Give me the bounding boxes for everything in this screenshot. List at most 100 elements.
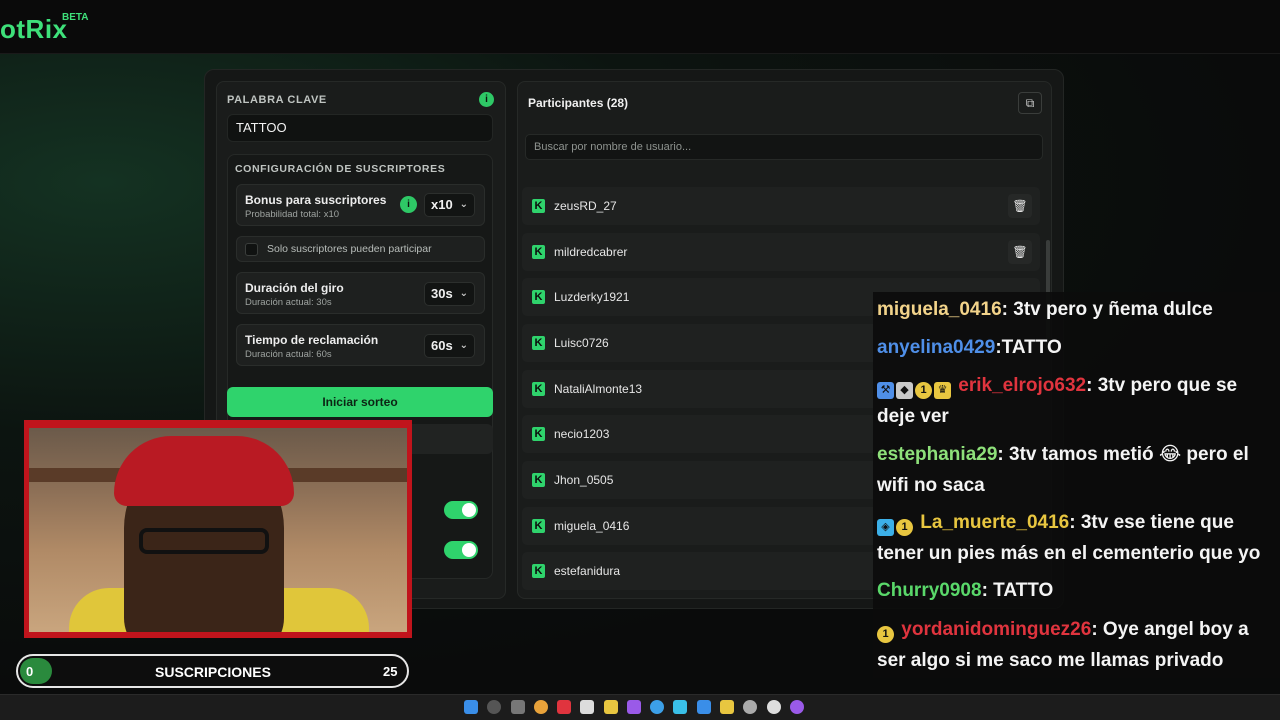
search-icon[interactable] xyxy=(487,700,501,714)
spin-select[interactable]: 30s ⌄ xyxy=(424,282,475,306)
spin-label: Duración del giro xyxy=(245,281,344,295)
claim-sub: Duración actual: 60s xyxy=(245,349,332,360)
app-logo: otRix xyxy=(0,14,68,44)
streamer-glasses xyxy=(139,528,269,554)
claim-select[interactable]: 60s ⌄ xyxy=(424,334,475,358)
participant-name: NataliAlmonte13 xyxy=(554,382,643,396)
chat-message: Churry0908: TATTO xyxy=(877,575,1277,606)
spin-sub: Duración actual: 30s xyxy=(245,297,332,308)
only-subs-checkbox[interactable] xyxy=(245,243,258,256)
chat-username: miguela_0416 xyxy=(877,299,1002,320)
app-icon[interactable] xyxy=(720,700,734,714)
badge-icon: ⚒ xyxy=(877,382,894,399)
chat-text: : TATTO xyxy=(981,580,1054,601)
start-giveaway-button[interactable]: Iniciar sorteo xyxy=(227,387,493,417)
task-view-icon[interactable] xyxy=(511,700,525,714)
toggle-switch-1[interactable] xyxy=(444,501,478,519)
participant-name: necio1203 xyxy=(554,427,610,441)
chevron-down-icon: ⌄ xyxy=(459,340,468,351)
bonus-value: x10 xyxy=(431,197,453,212)
only-subs-card[interactable]: Solo suscriptores pueden participar xyxy=(236,236,485,262)
subs-config-title: CONFIGURACIÓN DE SUSCRIPTORES xyxy=(235,163,446,175)
kick-icon: K xyxy=(532,336,545,350)
keyword-input[interactable]: TATTOO xyxy=(227,114,493,142)
toggle-switch-2[interactable] xyxy=(444,541,478,559)
subscription-goal-fill xyxy=(20,658,52,684)
obs-icon[interactable] xyxy=(743,700,757,714)
chat-message: ⚒ ◆ 1 ♛ erik_elrojo632: 3tv pero que se dej… xyxy=(877,370,1277,432)
windows-start-icon[interactable] xyxy=(464,700,478,714)
chat-username: La_muerte_0416 xyxy=(920,512,1070,533)
chat-username: Churry0908 xyxy=(877,580,982,601)
kick-icon: K xyxy=(532,519,545,533)
kick-icon: K xyxy=(532,382,545,396)
brave-icon[interactable] xyxy=(557,700,571,714)
participant-name: Luzderky1921 xyxy=(554,290,630,304)
copy-icon[interactable]: ⧉ xyxy=(1018,92,1042,114)
browser-icon[interactable] xyxy=(650,700,664,714)
participant-name: mildredcabrer xyxy=(554,245,628,259)
claim-value: 60s xyxy=(431,338,453,353)
play-icon[interactable] xyxy=(790,700,804,714)
bonus-select[interactable]: x10 ⌄ xyxy=(424,193,475,217)
keyword-title: PALABRA CLAVE xyxy=(227,94,327,106)
chrome-icon[interactable] xyxy=(534,700,548,714)
sub-goal: 25 xyxy=(383,664,398,679)
webcam-feed xyxy=(29,428,407,632)
participant-row: K mildredcabrer 🗑 xyxy=(522,233,1040,271)
beta-badge: BETA xyxy=(62,12,89,23)
participant-name: zeusRD_27 xyxy=(554,199,617,213)
kick-icon: K xyxy=(532,473,545,487)
shield-icon[interactable] xyxy=(697,700,711,714)
kick-icon: K xyxy=(532,427,545,441)
chat-text: :TATTO xyxy=(995,337,1062,358)
participant-name: Luisc0726 xyxy=(554,336,609,350)
chat-message: 1 yordanidominguez26: Oye angel boy a se… xyxy=(877,614,1277,676)
kick-icon: K xyxy=(532,245,545,259)
chat-message: miguela_0416: 3tv pero y ñema dulce xyxy=(877,294,1277,325)
chevron-down-icon: ⌄ xyxy=(459,288,468,299)
only-subs-label: Solo suscriptores pueden participar xyxy=(267,243,432,255)
chevron-down-icon: ⌄ xyxy=(459,199,468,210)
bonus-sub: Probabilidad total: x10 xyxy=(245,209,340,220)
participant-search-input[interactable]: Buscar por nombre de usuario... xyxy=(525,134,1043,160)
trash-icon[interactable]: 🗑 xyxy=(1008,194,1032,218)
participant-name: Jhon_0505 xyxy=(554,473,614,487)
chat-username: anyelina0429 xyxy=(877,337,996,358)
kick-icon: K xyxy=(532,290,545,304)
streamer-cap xyxy=(114,436,294,506)
kick-icon: K xyxy=(532,564,545,578)
bonus-label: Bonus para suscriptores xyxy=(245,193,387,207)
badge-icon: 1 xyxy=(877,626,894,643)
crown-icon: ♛ xyxy=(934,382,951,399)
top-bar xyxy=(0,0,1280,54)
app-icon[interactable] xyxy=(627,700,641,714)
participants-title: Participantes (28) xyxy=(528,96,629,110)
chat-message: ◈ 1 La_muerte_0416: 3tv ese tiene que ten… xyxy=(877,507,1277,569)
chat-text: : 3tv pero y ñema dulce xyxy=(1001,299,1213,320)
app-icon[interactable] xyxy=(673,700,687,714)
settings-icon[interactable] xyxy=(767,700,781,714)
participant-name: estefanidura xyxy=(554,564,621,578)
badge-icon: ◈ xyxy=(877,519,894,536)
info-icon[interactable]: i xyxy=(400,196,417,213)
folder-icon[interactable] xyxy=(604,700,618,714)
claim-label: Tiempo de reclamación xyxy=(245,333,379,347)
sub-current: 0 xyxy=(26,664,34,679)
badge-icon: 1 xyxy=(896,519,913,536)
participant-row: K zeusRD_27 🗑 xyxy=(522,187,1040,225)
kick-icon: K xyxy=(532,199,545,213)
calendar-icon[interactable] xyxy=(580,700,594,714)
spin-value: 30s xyxy=(431,286,453,301)
chat-username: estephania29 xyxy=(877,444,998,465)
chat-username: yordanidominguez26 xyxy=(901,619,1092,640)
trash-icon[interactable]: 🗑 xyxy=(1008,240,1032,264)
chat-message: anyelina0429:TATTO xyxy=(877,332,1277,363)
badge-icon: ◆ xyxy=(896,382,913,399)
chat-username: erik_elrojo632 xyxy=(958,375,1087,396)
info-icon[interactable]: i xyxy=(479,92,494,107)
participant-name: miguela_0416 xyxy=(554,519,630,533)
sub-label: SUSCRIPCIONES xyxy=(155,664,271,680)
chat-message: estephania29: 3tv tamos metió 😂 pero el … xyxy=(877,439,1277,501)
badge-icon: 1 xyxy=(915,382,932,399)
